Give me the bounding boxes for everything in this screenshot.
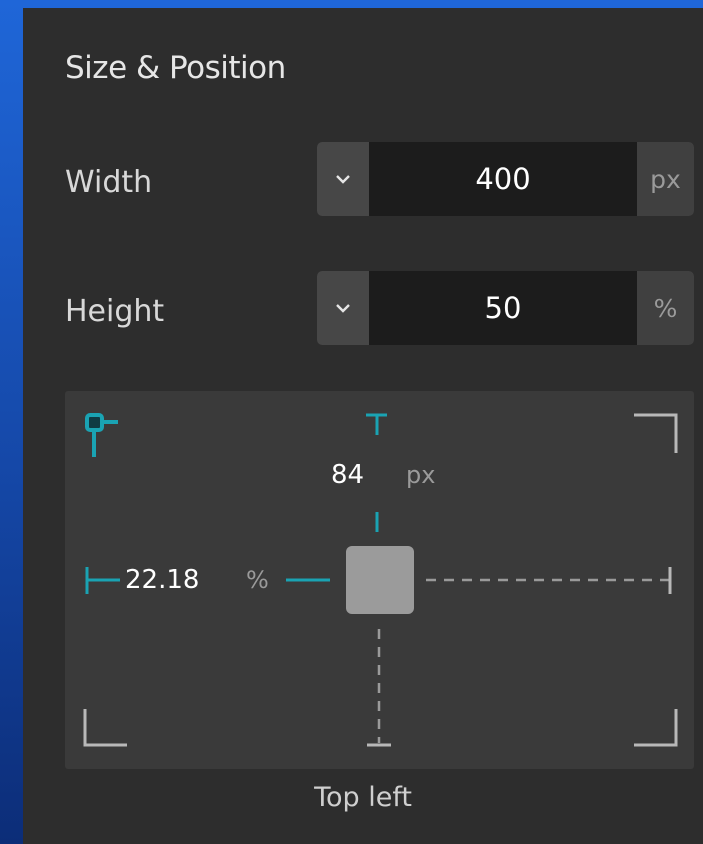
size-position-panel: Size & Position Width px Height %: [23, 8, 703, 844]
width-field: px: [317, 142, 694, 216]
element-preview-square[interactable]: [346, 546, 414, 614]
height-input[interactable]: [369, 271, 637, 345]
top-offset-value[interactable]: 84: [331, 460, 364, 490]
anchor-pin-icon[interactable]: [85, 413, 118, 457]
corner-bracket-icon[interactable]: [634, 709, 678, 747]
width-unit-dropdown[interactable]: [317, 142, 369, 216]
height-field: %: [317, 271, 694, 345]
top-offset-unit[interactable]: px: [406, 461, 435, 489]
anchor-label: Top left: [314, 782, 412, 813]
left-offset-unit[interactable]: %: [246, 566, 269, 594]
width-label: Width: [65, 165, 153, 200]
width-input[interactable]: [369, 142, 637, 216]
corner-bracket-icon[interactable]: [634, 413, 678, 453]
height-label: Height: [65, 294, 165, 329]
height-unit-dropdown[interactable]: [317, 271, 369, 345]
corner-bracket-icon[interactable]: [83, 709, 127, 747]
panel-title: Size & Position: [65, 50, 286, 86]
chevron-down-icon: [336, 304, 350, 313]
width-unit[interactable]: px: [637, 142, 694, 216]
left-offset-value[interactable]: 22.18: [125, 565, 199, 595]
height-unit[interactable]: %: [637, 271, 694, 345]
chevron-down-icon: [336, 175, 350, 184]
position-box: 84 px 22.18 %: [65, 391, 694, 769]
